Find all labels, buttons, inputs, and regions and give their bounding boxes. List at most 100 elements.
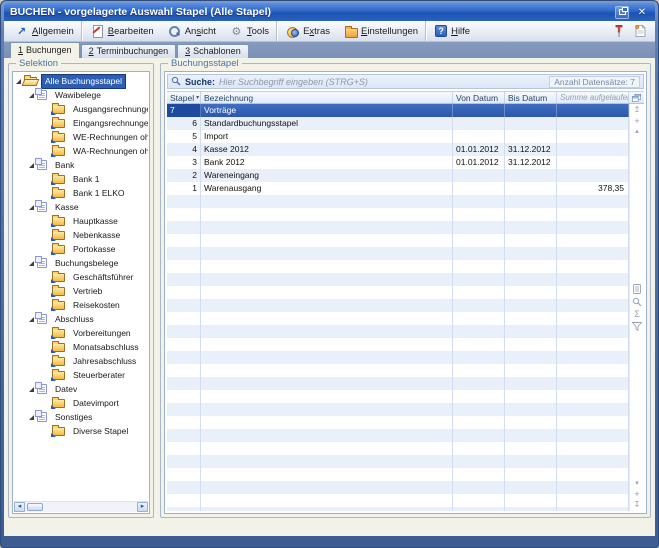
menu-item[interactable]: Ansicht <box>161 21 223 41</box>
table-row[interactable] <box>167 221 629 234</box>
table-row[interactable] <box>167 390 629 403</box>
table-row[interactable]: 4 Kasse 2012 01.01.2012 31.12.2012 <box>167 143 629 156</box>
records-list-icon[interactable] <box>632 284 642 294</box>
scroll-right-button[interactable]: ▸ <box>137 502 148 512</box>
table-row[interactable] <box>167 247 629 260</box>
tab[interactable]: 1Buchungen <box>10 42 80 58</box>
titlebar[interactable]: BUCHEN - vorgelagerte Auswahl Stapel (Al… <box>4 3 655 21</box>
tree-item[interactable]: Bank 1 <box>14 172 148 186</box>
tree-item[interactable]: Datev <box>14 382 148 396</box>
tree-item[interactable]: Monatsabschluss <box>14 340 148 354</box>
table-row[interactable] <box>167 442 629 455</box>
buchungsstapel-caption: Buchungsstapel <box>168 58 242 69</box>
scroll-to-top-icon[interactable]: ↥ <box>634 106 641 114</box>
table-row[interactable] <box>167 351 629 364</box>
tree-item[interactable]: Sonstiges <box>14 410 148 424</box>
tree-item[interactable]: Eingangsrechnungen <box>14 116 148 130</box>
scroll-plus-icon[interactable]: + <box>634 117 639 125</box>
table-row[interactable]: 1 Warenausgang 378,35 <box>167 182 629 195</box>
menu-item[interactable]: Extras <box>279 21 337 41</box>
filter-icon[interactable] <box>632 322 642 331</box>
selection-tree: Alle Buchungsstapel Wawibelege Ausgang <box>14 74 148 500</box>
table-row[interactable] <box>167 481 629 494</box>
horizontal-scrollbar[interactable]: ◂ ▸ <box>14 501 148 512</box>
table-row[interactable] <box>167 208 629 221</box>
tree-item[interactable]: Portokasse <box>14 242 148 256</box>
table-row[interactable]: 2 Wareneingang <box>167 169 629 182</box>
column-chooser-button[interactable] <box>629 92 644 103</box>
column-header-stapel[interactable]: Stapel ▾ <box>167 92 201 103</box>
tree-item[interactable]: Bank 1 ELKO <box>14 186 148 200</box>
table-row[interactable] <box>167 403 629 416</box>
table-row[interactable] <box>167 364 629 377</box>
search-input[interactable]: Hier Suchbegriff eingeben (STRG+S) <box>219 77 545 87</box>
tab[interactable]: 2Terminbuchungen <box>81 44 177 58</box>
table-row[interactable] <box>167 429 629 442</box>
table-row[interactable]: 6 Standardbuchungsstapel <box>167 117 629 130</box>
tree-item-icon <box>37 202 47 212</box>
tree-item[interactable]: Reisekosten <box>14 298 148 312</box>
table-row[interactable] <box>167 494 629 507</box>
menu-item[interactable]: ? Hilfe <box>428 21 477 41</box>
table-row[interactable] <box>167 299 629 312</box>
pushpin-icon[interactable] <box>613 24 625 38</box>
tree-item[interactable]: Vorbereitungen <box>14 326 148 340</box>
table-row[interactable] <box>167 312 629 325</box>
table-row[interactable] <box>167 338 629 351</box>
scrollbar-thumb[interactable] <box>27 503 43 511</box>
column-header-bezeichnung[interactable]: Bezeichnung <box>201 92 453 103</box>
table-row[interactable] <box>167 286 629 299</box>
menubar: ↗ Allgemein Bearbeiten Ansicht ⚙ Tools <box>4 21 655 42</box>
scroll-plus-icon[interactable]: + <box>634 490 639 498</box>
table-row[interactable]: 3 Bank 2012 01.01.2012 31.12.2012 <box>167 156 629 169</box>
tree-item[interactable]: Hauptkasse <box>14 214 148 228</box>
sum-row-icon[interactable]: Σ <box>634 310 640 319</box>
menu-item[interactable]: Bearbeiten <box>84 21 161 41</box>
menu-item-icon: ? <box>435 25 447 37</box>
scroll-down-icon[interactable]: ▾ <box>635 480 639 487</box>
close-button[interactable]: ✕ <box>635 6 649 19</box>
menu-item[interactable]: ↗ Allgemein <box>8 21 82 41</box>
tree-item[interactable]: Steuerberater <box>14 368 148 382</box>
table-row[interactable] <box>167 455 629 468</box>
tree-item[interactable]: Alle Buchungsstapel <box>14 74 148 88</box>
tree-item[interactable]: Vertrieb <box>14 284 148 298</box>
tree-item[interactable]: Geschäftsführer <box>14 270 148 284</box>
table-row[interactable] <box>167 273 629 286</box>
scroll-left-button[interactable]: ◂ <box>14 502 25 512</box>
table-row[interactable] <box>167 325 629 338</box>
menu-item[interactable]: Einstellungen <box>337 21 426 41</box>
table-row[interactable] <box>167 377 629 390</box>
menu-item[interactable]: ⚙ Tools <box>223 21 277 41</box>
tree-item[interactable]: Wawibelege <box>14 88 148 102</box>
scroll-up-icon[interactable]: ▴ <box>635 128 639 135</box>
table-row[interactable] <box>167 234 629 247</box>
tab[interactable]: 3Schablonen <box>177 44 249 58</box>
tree-item[interactable]: Kasse <box>14 200 148 214</box>
scroll-to-bottom-icon[interactable]: ↧ <box>634 501 641 509</box>
tree-item[interactable]: Ausgangsrechnungen <box>14 102 148 116</box>
tree-item[interactable]: Bank <box>14 158 148 172</box>
tree-item[interactable]: Abschluss <box>14 312 148 326</box>
tree-item[interactable]: Datevimport <box>14 396 148 410</box>
table-row[interactable]: 5 Import <box>167 130 629 143</box>
table-row[interactable] <box>167 416 629 429</box>
tree-item[interactable]: WA-Rechnungen ohne Wawi <box>14 144 148 158</box>
table-row[interactable]: 7 Vorträge <box>167 104 629 117</box>
tree-item[interactable]: Jahresabschluss <box>14 354 148 368</box>
search-records-icon[interactable] <box>632 297 642 307</box>
column-header-bis-datum[interactable]: Bis Datum <box>505 92 557 103</box>
tree-item[interactable]: Diverse Stapel <box>14 424 148 438</box>
table-row[interactable] <box>167 468 629 481</box>
tree-item[interactable]: WE-Rechnungen ohne Wawi <box>14 130 148 144</box>
column-header-summe[interactable]: Summe aufgelaufen <box>557 92 629 103</box>
new-note-icon[interactable] <box>634 24 646 38</box>
column-header-von-datum[interactable]: Von Datum <box>453 92 505 103</box>
table-row[interactable] <box>167 260 629 273</box>
table-row[interactable] <box>167 195 629 208</box>
tree-item[interactable]: Nebenkasse <box>14 228 148 242</box>
search-bar[interactable]: Suche: Hier Suchbegriff eingeben (STRG+S… <box>167 74 644 89</box>
restore-button[interactable] <box>615 6 629 19</box>
table-row[interactable] <box>167 507 629 511</box>
tree-item[interactable]: Buchungsbelege <box>14 256 148 270</box>
